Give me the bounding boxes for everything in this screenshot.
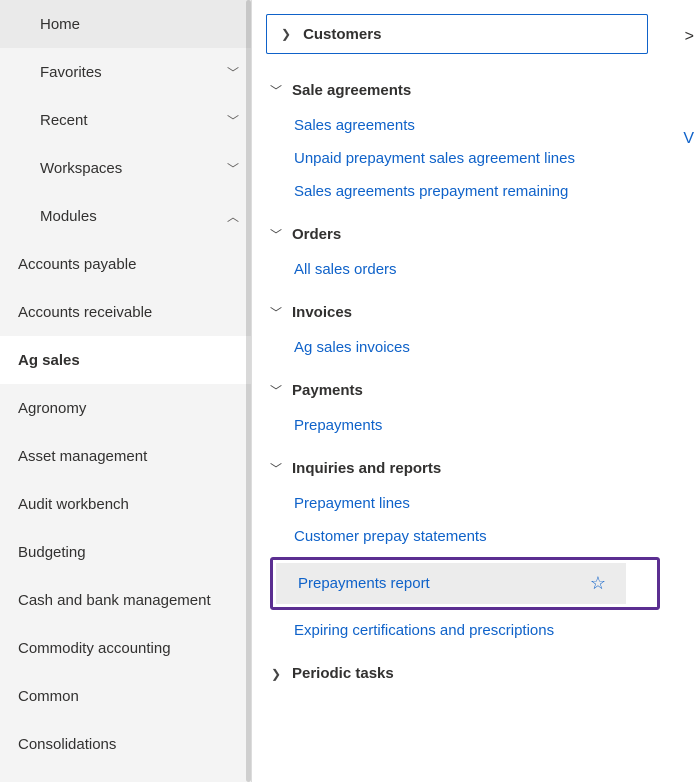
chevron-right-icon: ❯ <box>281 27 291 41</box>
section-label: Payments <box>292 382 363 399</box>
nav-label: Favorites <box>40 64 227 81</box>
link-ag-sales-invoices[interactable]: Ag sales invoices <box>266 331 616 364</box>
highlighted-link-box: Prepayments report ☆ <box>270 557 660 610</box>
chevron-down-icon: ﹀ <box>270 304 282 321</box>
link-prepayment-lines[interactable]: Prepayment lines <box>266 487 616 520</box>
section-label: Inquiries and reports <box>292 460 441 477</box>
module-label: Asset management <box>18 448 147 465</box>
nav-item-workspaces[interactable]: Workspaces﹀ <box>0 144 251 192</box>
section-header[interactable]: ﹀ Sale agreements <box>266 72 688 109</box>
nav-label: Workspaces <box>40 160 227 177</box>
link-all-sales-orders[interactable]: All sales orders <box>266 253 616 286</box>
nav-item-favorites[interactable]: Favorites﹀ <box>0 48 251 96</box>
module-item-accounts-payable[interactable]: Accounts payable <box>0 240 251 288</box>
content-panel: > V ❯ Customers ﹀ Sale agreements Sales ag… <box>252 0 694 782</box>
module-label: Accounts receivable <box>18 304 152 321</box>
module-label: Budgeting <box>18 544 86 561</box>
chevron-up-icon: ︿ <box>227 208 239 225</box>
module-label: Commodity accounting <box>18 640 171 657</box>
link-label: Prepayments report <box>298 575 430 592</box>
module-label: Common <box>18 688 79 705</box>
section-header[interactable]: ❯ Periodic tasks <box>266 655 688 692</box>
chevron-down-icon: ﹀ <box>227 64 239 81</box>
section-label: Periodic tasks <box>292 665 394 682</box>
section-header[interactable]: ﹀ Payments <box>266 372 688 409</box>
module-item-budgeting[interactable]: Budgeting <box>0 528 251 576</box>
section-label: Orders <box>292 226 341 243</box>
nav-label: Modules <box>40 208 227 225</box>
module-label: Cash and bank management <box>18 592 211 609</box>
module-item-agronomy[interactable]: Agronomy <box>0 384 251 432</box>
chevron-down-icon: ﹀ <box>270 82 282 99</box>
section-label: Invoices <box>292 304 352 321</box>
section-inquiries-and-reports: ﹀ Inquiries and reports Prepayment linesCu… <box>266 450 688 647</box>
link-prepayments-report[interactable]: Prepayments report ☆ <box>276 563 626 604</box>
link-prepayments[interactable]: Prepayments <box>266 409 616 442</box>
section-label: Sale agreements <box>292 82 411 99</box>
link-sales-agreements[interactable]: Sales agreements <box>266 109 616 142</box>
module-label: Agronomy <box>18 400 86 417</box>
module-item-ag-sales[interactable]: Ag sales <box>0 336 251 384</box>
chevron-down-icon: ﹀ <box>270 460 282 477</box>
nav-item-home[interactable]: Home <box>0 0 251 48</box>
section-header[interactable]: ﹀ Inquiries and reports <box>266 450 688 487</box>
module-item-audit-workbench[interactable]: Audit workbench <box>0 480 251 528</box>
link-unpaid-prepayment-sales-agreement-lines[interactable]: Unpaid prepayment sales agreement lines <box>266 142 616 175</box>
section-invoices: ﹀ Invoices Ag sales invoices <box>266 294 688 364</box>
chevron-down-icon: ﹀ <box>227 112 239 129</box>
customers-label: Customers <box>303 26 381 43</box>
chevron-right-icon: ❯ <box>270 667 282 681</box>
star-icon[interactable]: ☆ <box>590 573 606 594</box>
module-label: Consolidations <box>18 736 116 753</box>
section-sale-agreements: ﹀ Sale agreements Sales agreementsUnpaid p… <box>266 72 688 208</box>
module-label: Ag sales <box>18 352 80 369</box>
nav-label: Recent <box>40 112 227 129</box>
section-header[interactable]: ﹀ Invoices <box>266 294 688 331</box>
panel-collapse-peek: > <box>685 28 694 46</box>
chevron-down-icon: ﹀ <box>227 160 239 177</box>
nav-item-modules[interactable]: Modules︿ <box>0 192 251 240</box>
section-header[interactable]: ﹀ Orders <box>266 216 688 253</box>
customers-selector[interactable]: ❯ Customers <box>266 14 648 54</box>
chevron-down-icon: ﹀ <box>270 382 282 399</box>
nav-item-recent[interactable]: Recent﹀ <box>0 96 251 144</box>
sidebar: HomeFavorites﹀Recent﹀Workspaces﹀Modules︿… <box>0 0 252 782</box>
chevron-down-icon: ﹀ <box>270 226 282 243</box>
section-periodic-tasks: ❯ Periodic tasks <box>266 655 688 692</box>
link-expiring-certifications-and-prescriptions[interactable]: Expiring certifications and prescription… <box>266 614 616 647</box>
module-item-cash-and-bank-management[interactable]: Cash and bank management <box>0 576 251 624</box>
module-label: Audit workbench <box>18 496 129 513</box>
module-item-commodity-accounting[interactable]: Commodity accounting <box>0 624 251 672</box>
module-item-consolidations[interactable]: Consolidations <box>0 720 251 768</box>
module-item-asset-management[interactable]: Asset management <box>0 432 251 480</box>
section-orders: ﹀ Orders All sales orders <box>266 216 688 286</box>
link-customer-prepay-statements[interactable]: Customer prepay statements <box>266 520 616 553</box>
nav-label: Home <box>40 16 239 33</box>
section-payments: ﹀ Payments Prepayments <box>266 372 688 442</box>
panel-link-peek: V <box>683 130 694 148</box>
module-item-accounts-receivable[interactable]: Accounts receivable <box>0 288 251 336</box>
module-item-common[interactable]: Common <box>0 672 251 720</box>
link-sales-agreements-prepayment-remaining[interactable]: Sales agreements prepayment remaining <box>266 175 616 208</box>
module-label: Accounts payable <box>18 256 136 273</box>
